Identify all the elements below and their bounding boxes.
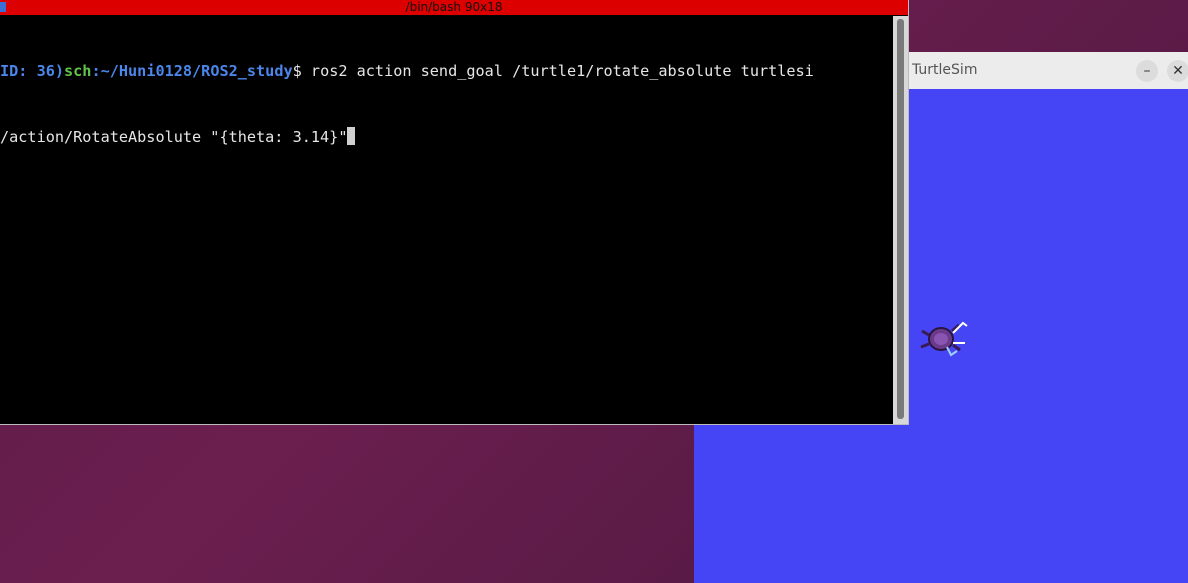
terminal-titlebar[interactable]: /bin/bash 90x18 [0,0,908,15]
turtlesim-title: TurtleSim [912,62,978,78]
terminal-line: /action/RotateAbsolute "{theta: 3.14}" [0,126,893,148]
close-button[interactable]: ✕ [1167,60,1188,82]
command-text-continued: /action/RotateAbsolute "{theta: 3.14}" [0,128,348,146]
command-text: ros2 action send_goal /turtle1/rotate_ab… [301,62,814,80]
turtlesim-window[interactable]: TurtleSim – ✕ [905,52,1188,583]
terminal-window[interactable]: /bin/bash 90x18 ID: 36)sch:~/Huni0128/RO… [0,0,909,425]
scrollbar-thumb[interactable] [897,19,904,419]
terminal-title: /bin/bash 90x18 [405,0,503,14]
turtlesim-canvas [905,89,1188,583]
text-cursor [347,127,356,145]
prompt-user: sch [64,62,92,80]
minimize-icon: – [1143,63,1151,79]
prompt-symbol: $ [292,62,302,80]
terminal-line: ID: 36)sch:~/Huni0128/ROS2_study$ ros2 a… [0,60,893,82]
close-icon: ✕ [1172,63,1184,79]
minimize-button[interactable]: – [1136,60,1158,82]
prompt-id: ID: 36) [0,62,65,80]
turtlesim-titlebar[interactable]: TurtleSim – ✕ [905,52,1188,90]
terminal-scrollbar[interactable] [893,16,908,424]
prompt-path: :~/Huni0128/ROS2_study [91,62,293,80]
turtle-icon [920,321,968,357]
terminal-output[interactable]: ID: 36)sch:~/Huni0128/ROS2_study$ ros2 a… [0,16,893,424]
turtlesim-canvas-visible-area [694,424,905,583]
